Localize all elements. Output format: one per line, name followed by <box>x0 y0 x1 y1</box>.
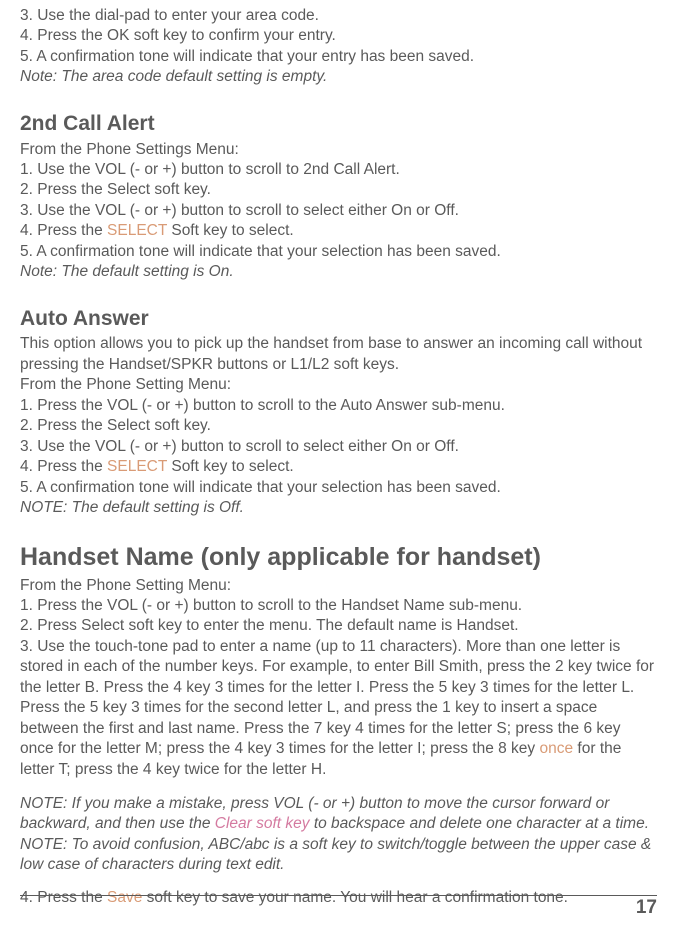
intro-step-4: 4. Press the OK soft key to confirm your… <box>20 26 657 46</box>
auto-answer-section: This option allows you to pick up the ha… <box>20 334 657 518</box>
handset-heading: Handset Name (only applicable for handse… <box>20 541 657 574</box>
auto-answer-intro: From the Phone Setting Menu: <box>20 375 657 395</box>
handset-intro: From the Phone Setting Menu: <box>20 576 657 596</box>
clear-soft-key-text: Clear soft key <box>215 815 310 832</box>
second-call-heading: 2nd Call Alert <box>20 110 657 138</box>
auto-answer-step-2: 2. Press the Select soft key. <box>20 416 657 436</box>
auto-answer-step-5: 5. A confirmation tone will indicate tha… <box>20 478 657 498</box>
second-call-step-4: 4. Press the SELECT Soft key to select. <box>20 221 657 241</box>
second-call-step-5: 5. A confirmation tone will indicate tha… <box>20 242 657 262</box>
intro-step-3: 3. Use the dial-pad to enter your area c… <box>20 6 657 26</box>
auto-answer-heading: Auto Answer <box>20 305 657 333</box>
intro-section: 3. Use the dial-pad to enter your area c… <box>20 6 657 88</box>
second-call-step-2: 2. Press the Select soft key. <box>20 180 657 200</box>
second-call-section: From the Phone Settings Menu: 1. Use the… <box>20 140 657 283</box>
handset-section: From the Phone Setting Menu: 1. Press th… <box>20 576 657 909</box>
select-text: SELECT <box>107 222 167 239</box>
second-call-step-3: 3. Use the VOL (- or +) button to scroll… <box>20 201 657 221</box>
intro-step-5: 5. A confirmation tone will indicate tha… <box>20 47 657 67</box>
select-text: SELECT <box>107 458 167 475</box>
footer-divider <box>20 895 657 896</box>
save-text: Save <box>107 889 142 906</box>
auto-answer-note: NOTE: The default setting is Off. <box>20 498 657 518</box>
handset-step-4: 4. Press the Save soft key to save your … <box>20 888 657 908</box>
handset-step-1: 1. Press the VOL (- or +) button to scro… <box>20 596 657 616</box>
intro-note: Note: The area code default setting is e… <box>20 67 657 87</box>
second-call-step-1: 1. Use the VOL (- or +) button to scroll… <box>20 160 657 180</box>
page-number: 17 <box>636 895 657 920</box>
handset-note-1: NOTE: If you make a mistake, press VOL (… <box>20 794 657 835</box>
auto-answer-step-3: 3. Use the VOL (- or +) button to scroll… <box>20 437 657 457</box>
auto-answer-step-1: 1. Press the VOL (- or +) button to scro… <box>20 396 657 416</box>
handset-note-2: NOTE: To avoid confusion, ABC/abc is a s… <box>20 835 657 876</box>
handset-step-2: 2. Press Select soft key to enter the me… <box>20 616 657 636</box>
second-call-note: Note: The default setting is On. <box>20 262 657 282</box>
auto-answer-step-4: 4. Press the SELECT Soft key to select. <box>20 457 657 477</box>
once-text: once <box>540 740 574 757</box>
second-call-intro: From the Phone Settings Menu: <box>20 140 657 160</box>
handset-step-3: 3. Use the touch-tone pad to enter a nam… <box>20 637 657 780</box>
auto-answer-desc: This option allows you to pick up the ha… <box>20 334 657 375</box>
